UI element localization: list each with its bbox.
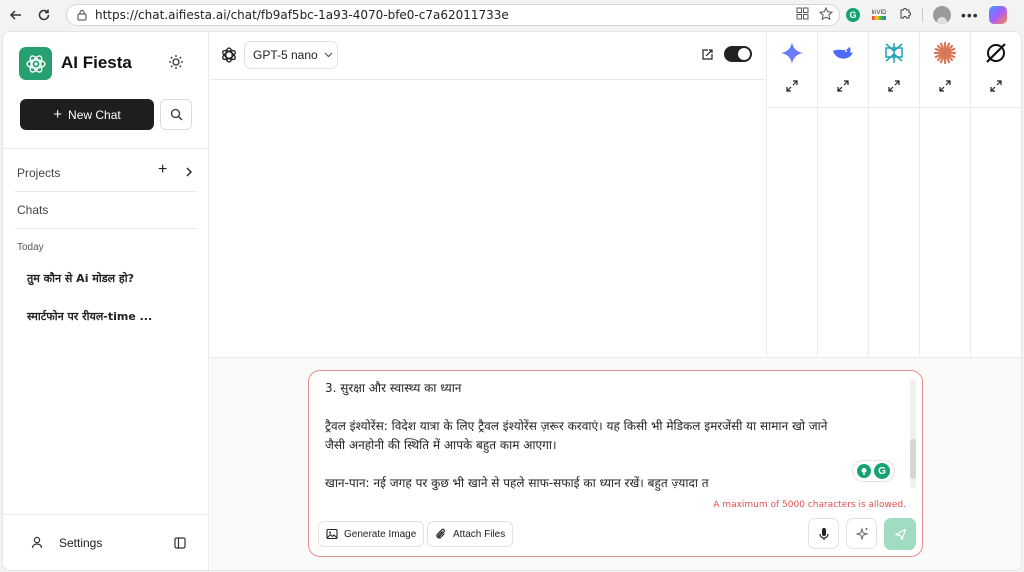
model-column-grok <box>970 32 1021 357</box>
copilot-icon[interactable] <box>988 6 1007 24</box>
sun-icon <box>169 55 183 69</box>
chevron-down-icon <box>324 52 333 58</box>
settings-button[interactable]: Settings <box>59 536 102 550</box>
gemini-logo-icon <box>781 42 803 64</box>
expand-icon[interactable] <box>837 80 849 92</box>
profile-avatar-icon[interactable] <box>933 6 951 24</box>
expand-icon[interactable] <box>939 80 951 92</box>
generate-image-button[interactable]: Generate Image <box>318 521 425 547</box>
attach-files-button[interactable]: Attach Files <box>427 521 514 547</box>
grammarly-icon[interactable]: G <box>874 463 890 479</box>
claude-logo-icon <box>933 41 957 65</box>
atom-logo-icon <box>25 54 46 73</box>
today-label: Today <box>17 242 44 253</box>
grammarly-extension-icon[interactable]: G <box>846 8 860 22</box>
attach-files-label: Attach Files <box>453 528 506 540</box>
collapse-sidebar-icon[interactable] <box>174 536 186 554</box>
paperclip-icon <box>436 528 445 539</box>
search-icon <box>170 108 182 121</box>
model-column-deepseek <box>817 32 869 357</box>
scroll-thumb[interactable] <box>910 439 916 479</box>
theme-toggle-button[interactable] <box>168 54 184 70</box>
chat-history-item[interactable]: स्मार्टफोन पर रीयल-time ... <box>27 309 152 324</box>
chat-history-item[interactable]: तुम कौन से Ai मोडल हो? <box>27 271 134 286</box>
message-composer: 3. सुरक्षा और स्वास्थ्य का ध्यान ट्रैवल … <box>308 370 923 557</box>
new-chat-button[interactable]: + New Chat <box>20 99 154 130</box>
message-input[interactable]: 3. सुरक्षा और स्वास्थ्य का ध्यान ट्रैवल … <box>325 379 910 495</box>
avatar-silhouette <box>937 17 947 24</box>
reload-button[interactable] <box>33 4 55 26</box>
favorite-star-icon[interactable] <box>818 6 834 24</box>
column-header <box>767 32 818 108</box>
extensions-area: G InVID ••• <box>846 4 1007 26</box>
sidebar: AI Fiesta + New Chat Projects + Chats To… <box>3 32 209 570</box>
extensions-puzzle-icon[interactable] <box>898 6 912 25</box>
column-header <box>971 32 1021 108</box>
deepseek-whale-icon <box>833 47 853 59</box>
chevron-right-icon[interactable] <box>185 164 193 182</box>
app-window: AI Fiesta + New Chat Projects + Chats To… <box>2 31 1022 571</box>
chats-label: Chats <box>17 203 49 217</box>
reload-icon <box>38 9 50 21</box>
column-header <box>920 32 971 108</box>
generate-image-label: Generate Image <box>344 528 417 540</box>
sidebar-divider <box>15 228 197 229</box>
expand-icon[interactable] <box>888 80 900 92</box>
add-project-icon[interactable]: + <box>158 161 167 179</box>
address-bar[interactable]: https://chat.aifiesta.ai/chat/fb9af5bc-1… <box>66 4 840 26</box>
settings-row: Settings <box>3 514 209 570</box>
column-header <box>818 32 869 108</box>
send-icon <box>894 528 906 540</box>
model-column-gemini <box>766 32 818 357</box>
lightbulb-icon[interactable] <box>857 464 871 478</box>
image-icon <box>326 528 338 540</box>
grammarly-widget[interactable]: G <box>852 460 895 482</box>
sidebar-divider <box>15 191 197 192</box>
character-limit-warning: A maximum of 5000 characters is allowed. <box>713 500 906 510</box>
model-selector[interactable]: GPT-5 nano <box>244 41 338 69</box>
model-name: GPT-5 nano <box>253 48 318 62</box>
voice-input-button[interactable] <box>808 518 839 549</box>
projects-label: Projects <box>17 166 61 180</box>
new-chat-label: New Chat <box>68 107 121 122</box>
brand-name: AI Fiesta <box>61 53 132 72</box>
url-text: https://chat.aifiesta.ai/chat/fb9af5bc-1… <box>95 8 509 22</box>
plus-icon: + <box>53 106 63 123</box>
invid-color-bar <box>872 16 886 20</box>
search-button[interactable] <box>160 99 192 130</box>
microphone-icon <box>818 527 829 540</box>
enhance-prompt-button[interactable] <box>846 518 877 549</box>
browser-toolbar: https://chat.aifiesta.ai/chat/fb9af5bc-1… <box>0 0 1024 30</box>
more-menu-icon[interactable]: ••• <box>961 7 979 23</box>
model-toggle-switch[interactable] <box>724 46 752 62</box>
app-logo <box>19 47 52 80</box>
new-thread-icon[interactable] <box>701 48 714 66</box>
toolbar-separator <box>922 8 923 22</box>
send-button[interactable] <box>884 518 916 550</box>
back-button[interactable] <box>5 4 27 26</box>
model-columns <box>766 32 1021 357</box>
model-header: GPT-5 nano <box>210 32 766 80</box>
perplexity-logo-icon <box>885 43 903 63</box>
expand-icon[interactable] <box>990 80 1002 92</box>
openai-logo-icon <box>220 46 238 69</box>
grok-logo-icon <box>986 43 1006 63</box>
expand-icon[interactable] <box>786 80 798 92</box>
site-info-icon[interactable] <box>75 8 89 22</box>
model-column-claude <box>919 32 971 357</box>
sparkle-icon <box>854 526 869 541</box>
arrow-left-icon <box>9 10 21 20</box>
invid-extension-icon[interactable]: InVID <box>870 8 888 22</box>
input-scrollbar[interactable] <box>910 379 916 489</box>
app-available-icon[interactable] <box>796 7 809 23</box>
user-icon <box>31 536 43 554</box>
column-header <box>869 32 920 108</box>
model-column-perplexity <box>868 32 920 357</box>
sidebar-divider <box>3 148 209 149</box>
